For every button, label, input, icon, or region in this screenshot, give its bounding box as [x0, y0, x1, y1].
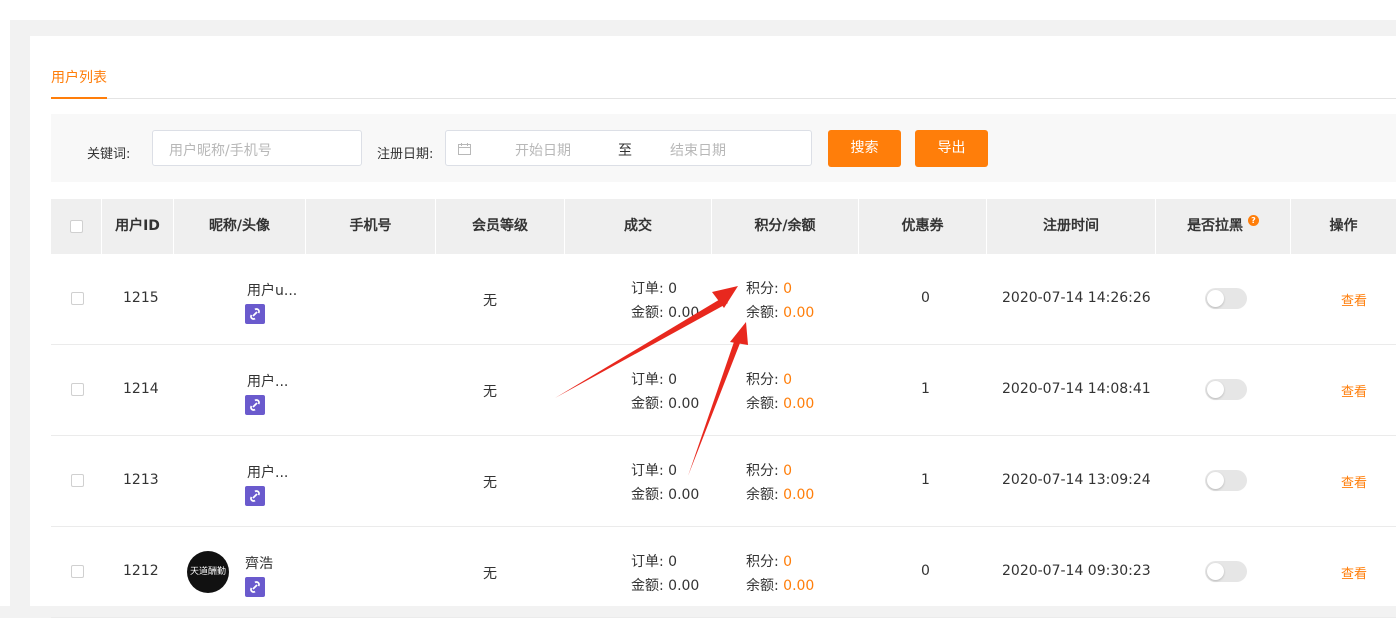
arrow-to-points: [555, 286, 738, 398]
arrow-to-balance: [688, 322, 748, 476]
annotation-arrows: [555, 286, 748, 476]
